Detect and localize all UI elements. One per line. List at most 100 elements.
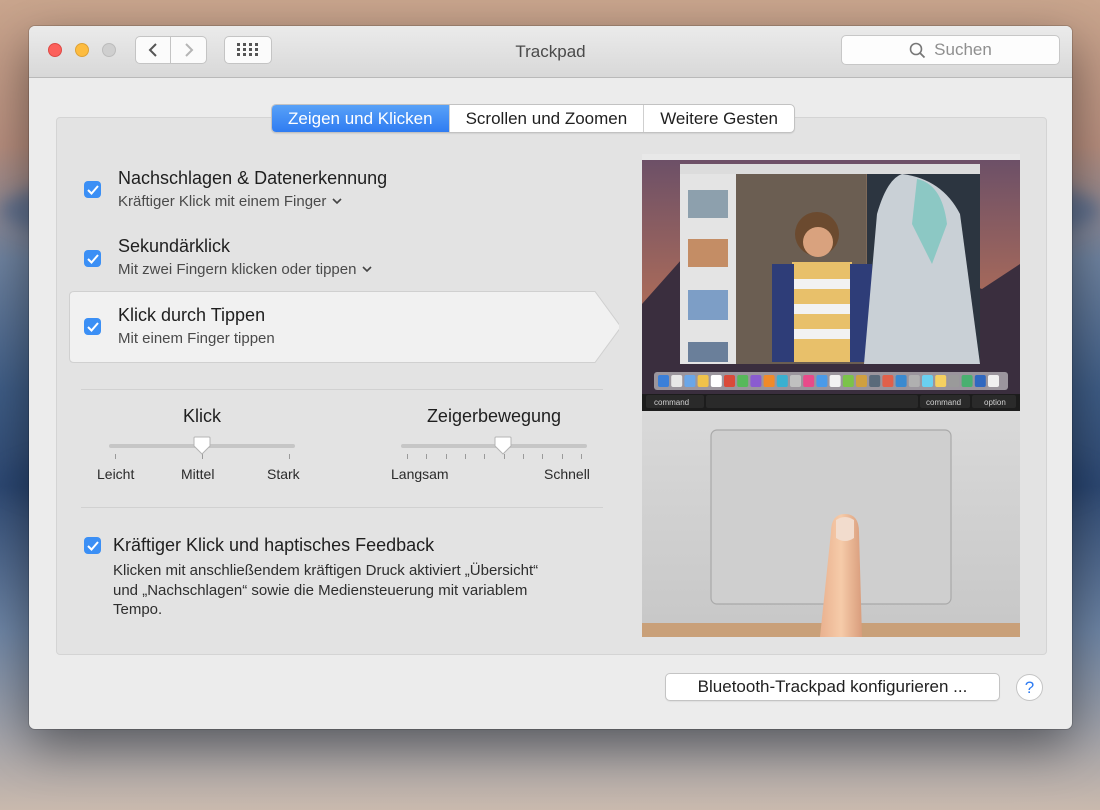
secondary-click-option: Sekundärklick Mit zwei Fingern klicken o…	[118, 236, 373, 278]
checkmark-icon	[86, 540, 99, 551]
option-subtitle-menu[interactable]: Mit zwei Fingern klicken oder tippen	[118, 261, 373, 278]
option-subtitle-text: Mit einem Finger tippen	[118, 330, 275, 347]
dock-app-icon	[935, 375, 947, 387]
dock-app-icon	[829, 375, 841, 387]
dock-app-icon	[882, 375, 894, 387]
checkmark-icon	[86, 253, 99, 264]
titlebar: Trackpad Suchen	[29, 26, 1072, 78]
tab-scroll-and-zoom[interactable]: Scrollen und Zoomen	[448, 105, 644, 132]
pointer-slider-title: Zeigerbewegung	[426, 406, 562, 426]
dock-app-icon	[961, 375, 973, 387]
slider-tick	[426, 454, 428, 459]
slider-tick	[581, 454, 582, 459]
macbook-trackpad-illustration: command command option	[642, 154, 1020, 637]
chevron-down-icon	[332, 198, 342, 205]
dock-app-icon	[737, 375, 749, 387]
key-option: option	[984, 398, 1006, 407]
slider-tick	[542, 454, 544, 459]
gesture-preview-video: command command option	[642, 154, 1020, 637]
lookup-option: Nachschlagen & Datenerkennung Kräftiger …	[118, 168, 387, 210]
click-slider-title: Klick	[182, 406, 221, 426]
secondary-click-checkbox[interactable]	[84, 250, 101, 267]
bluetooth-trackpad-button[interactable]: Bluetooth-Trackpad konfigurieren ...	[665, 673, 1000, 701]
dock-app-icon	[763, 375, 775, 387]
screen-thumbnail	[688, 290, 728, 320]
divider	[81, 389, 603, 390]
checkmark-icon	[86, 184, 99, 195]
help-icon: ?	[1024, 677, 1035, 697]
search-placeholder: Suchen	[934, 40, 992, 59]
description-line: und „Nachschlagen“ sowie die Mediensteue…	[113, 581, 528, 599]
pointer-label-slow: Langsam	[391, 466, 449, 482]
slider-tick	[289, 454, 290, 459]
chevron-down-icon	[362, 266, 373, 273]
dock-app-icon	[816, 375, 828, 387]
dock-app-icon	[988, 375, 999, 387]
pointer-slider-knob[interactable]	[494, 436, 512, 456]
click-label-firm: Stark	[267, 466, 300, 482]
screen-photo-face	[803, 227, 833, 257]
dock-app-icon	[658, 375, 669, 387]
dock-app-icon	[697, 375, 709, 387]
search-icon	[909, 42, 926, 58]
click-label-medium: Mittel	[181, 466, 215, 482]
option-subtitle-menu[interactable]: Kräftiger Klick mit einem Finger	[118, 193, 387, 210]
slider-tick	[484, 454, 486, 459]
dock-app-icon	[856, 375, 867, 387]
click-label-light: Leicht	[97, 466, 135, 482]
key-command-right: command	[926, 398, 961, 407]
tap-to-click-checkbox[interactable]	[84, 318, 101, 335]
screen-thumbnail	[688, 239, 728, 267]
pointer-label-fast: Schnell	[544, 466, 590, 482]
force-click-title: Kräftiger Klick und haptisches Feedback	[113, 535, 435, 555]
lookup-checkbox[interactable]	[84, 181, 101, 198]
dock-app-icon	[776, 375, 788, 387]
option-subtitle: Kräftiger Klick mit einem Finger	[118, 193, 327, 210]
dock-app-icon	[842, 375, 854, 387]
screen-thumbnail	[688, 190, 728, 218]
slider-tick	[445, 454, 447, 459]
slider-tick	[407, 454, 408, 459]
dock-app-icon	[895, 375, 907, 387]
option-title: Nachschlagen & Datenerkennung	[118, 168, 388, 188]
dock-app-icon	[803, 375, 815, 387]
dock-app-icon	[869, 375, 881, 387]
force-click-description: Klicken mit anschließendem kräftigen Dru…	[113, 561, 613, 620]
dock-app-icon	[710, 375, 722, 387]
key-command-left: command	[654, 398, 689, 407]
slider-tick	[523, 454, 524, 459]
tab-more-gestures[interactable]: Weitere Gesten	[643, 105, 794, 132]
option-subtitle: Mit zwei Fingern klicken oder tippen	[118, 261, 357, 278]
tab-point-and-click[interactable]: Zeigen und Klicken	[272, 105, 449, 132]
preferences-window: Trackpad Suchen Zeigen und Klicken Scrol…	[29, 26, 1072, 729]
dock-app-icon	[908, 375, 920, 387]
dock-app-icon	[671, 375, 683, 387]
slider-tick	[115, 454, 116, 459]
screen-menubar	[642, 154, 1020, 160]
description-line: Tempo.	[113, 601, 163, 618]
dock-app-icon	[948, 375, 960, 387]
dock-app-icon	[684, 375, 696, 387]
search-field[interactable]: Suchen	[841, 35, 1060, 65]
screen-thumbnail	[688, 342, 728, 362]
dock-app-icon	[790, 375, 801, 387]
dock-app-icon	[922, 375, 933, 387]
dock-app-icon	[974, 375, 986, 387]
tap-to-click-option[interactable]: Klick durch Tippen Mit einem Finger tipp…	[118, 305, 275, 347]
fingernail	[836, 517, 854, 541]
screen-app-toolbar	[680, 164, 980, 174]
dock-app-icon	[750, 375, 762, 387]
option-subtitle: Mit einem Finger tippen	[118, 330, 275, 347]
description-line: Klicken mit anschließendem kräftigen Dru…	[113, 562, 539, 579]
help-button[interactable]: ?	[1016, 674, 1043, 701]
divider	[81, 507, 603, 508]
option-title: Sekundärklick	[118, 236, 231, 256]
slider-tick	[465, 454, 466, 459]
slider-tick	[561, 454, 563, 459]
checkmark-icon	[86, 321, 99, 332]
option-title: Klick durch Tippen	[118, 305, 266, 325]
click-slider-knob[interactable]	[193, 436, 211, 456]
force-click-checkbox[interactable]	[84, 537, 101, 554]
tab-bar: Zeigen und Klicken Scrollen und Zoomen W…	[271, 104, 795, 133]
dock-app-icon	[724, 375, 735, 387]
